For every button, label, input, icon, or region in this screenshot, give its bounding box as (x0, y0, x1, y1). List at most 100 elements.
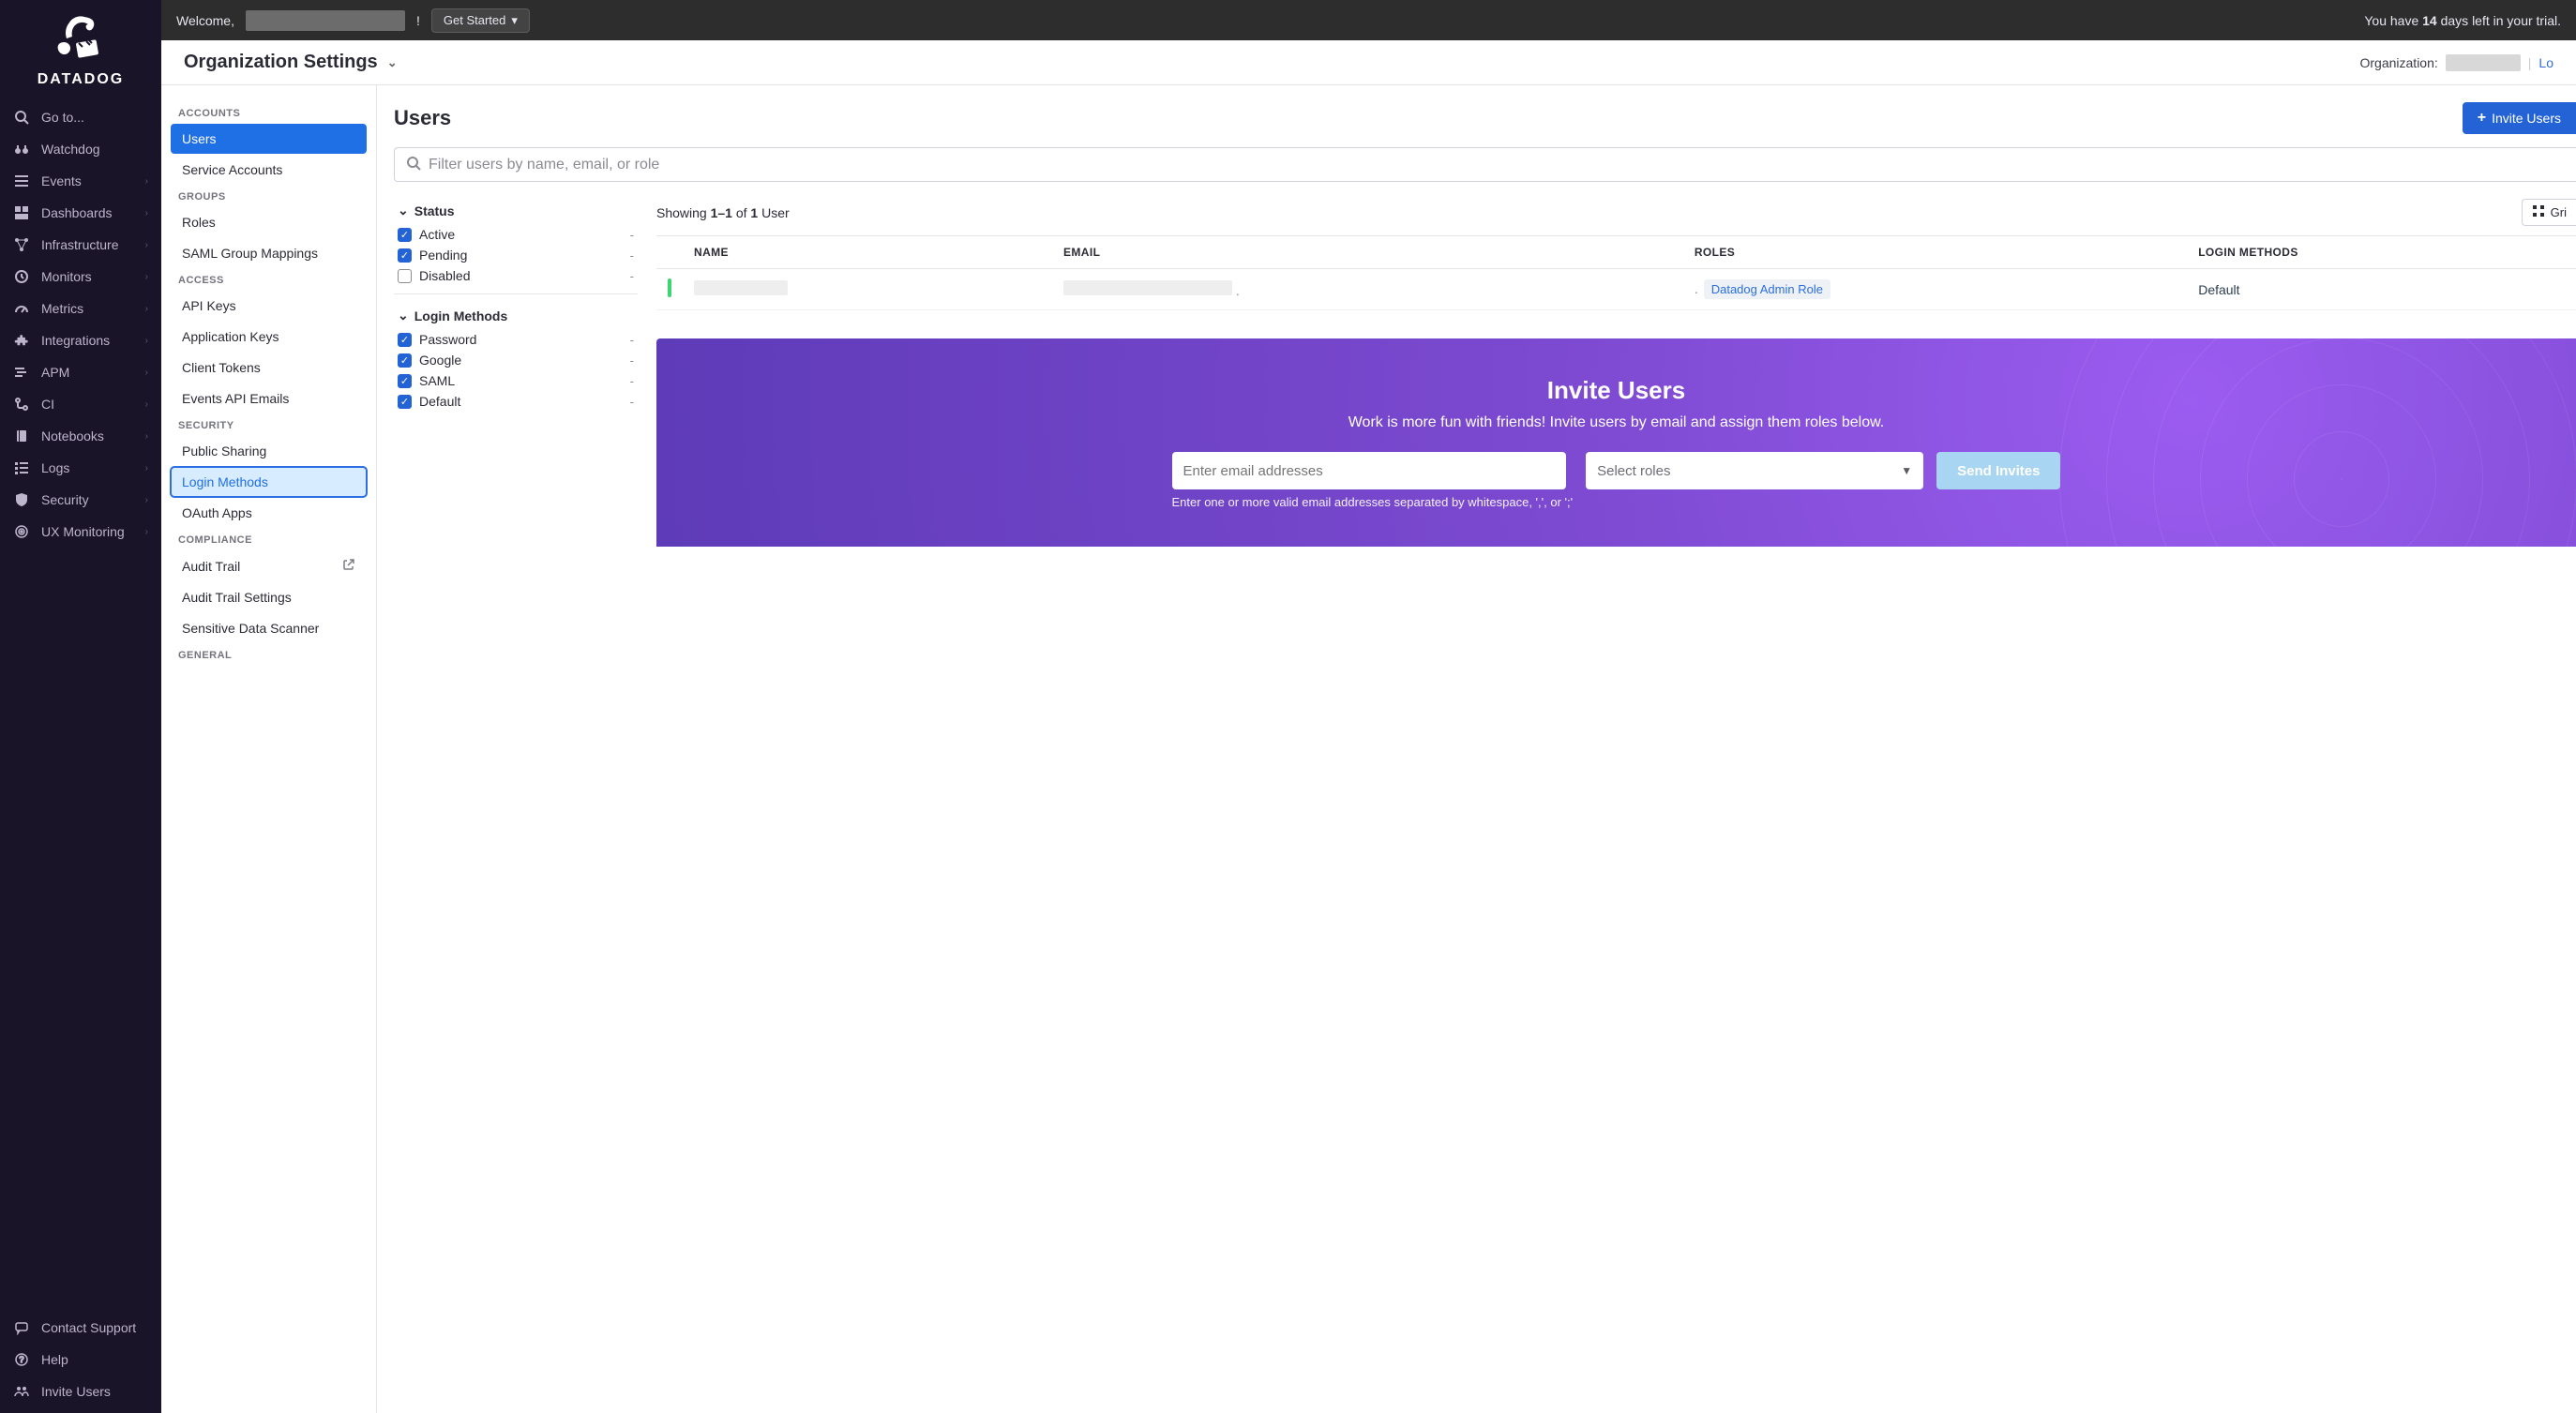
send-invites-button[interactable]: Send Invites (1936, 452, 2060, 489)
sidebar-item-service-accounts[interactable]: Service Accounts (171, 155, 367, 185)
nav-events[interactable]: Events › (0, 165, 161, 197)
sidebar-item-public-sharing[interactable]: Public Sharing (171, 436, 367, 466)
filter-lm-default[interactable]: ✓ Default - (398, 391, 634, 412)
section-security: SECURITY (171, 414, 367, 435)
chevron-right-icon: › (145, 208, 148, 218)
plus-icon: + (2478, 110, 2486, 127)
search-icon (406, 156, 421, 173)
users-table: NAME EMAIL ROLES LOGIN METHODS (656, 235, 2576, 310)
showing-text: Showing 1–1 of 1 User (656, 205, 790, 220)
table-row[interactable]: . .Datadog Admin Role Default (656, 269, 2576, 310)
sidebar-item-application-keys[interactable]: Application Keys (171, 322, 367, 352)
sidebar-item-saml-group-mappings[interactable]: SAML Group Mappings (171, 238, 367, 268)
users-heading: Users (394, 106, 451, 130)
nav-ci[interactable]: CI › (0, 388, 161, 420)
nav-contact-support[interactable]: Contact Support (0, 1312, 161, 1344)
filter-status-active[interactable]: ✓ Active - (398, 224, 634, 245)
people-icon (13, 1383, 30, 1400)
trial-text: You have 14 days left in your trial. (2364, 13, 2561, 28)
invite-panel: Invite Users Work is more fun with frien… (656, 338, 2576, 547)
filter-login-methods-header[interactable]: ⌄ Login Methods (398, 304, 634, 329)
help-icon: ? (13, 1351, 30, 1368)
view-grid-button[interactable]: Gri (2522, 199, 2576, 226)
chevron-right-icon: › (145, 240, 148, 250)
gauge-icon (13, 300, 30, 317)
puzzle-icon (13, 332, 30, 349)
search-bar[interactable] (394, 147, 2576, 182)
pipeline-icon (13, 396, 30, 413)
checkbox-icon[interactable]: ✓ (398, 333, 412, 347)
checkbox-icon[interactable]: ✓ (398, 353, 412, 368)
shield-icon (13, 491, 30, 508)
nav-watchdog[interactable]: Watchdog (0, 133, 161, 165)
checkbox-icon[interactable] (398, 269, 412, 283)
filter-lm-saml[interactable]: ✓ SAML - (398, 370, 634, 391)
checkbox-icon[interactable]: ✓ (398, 248, 412, 263)
caret-down-icon: ▼ (1901, 464, 1912, 477)
email-redacted (1063, 280, 1232, 295)
sidebar-item-users[interactable]: Users (171, 124, 367, 154)
sidebar-item-login-methods[interactable]: Login Methods (171, 467, 367, 497)
chevron-right-icon: › (145, 336, 148, 346)
nav-integrations[interactable]: Integrations › (0, 324, 161, 356)
col-name[interactable]: NAME (683, 236, 1052, 269)
col-email[interactable]: EMAIL (1052, 236, 1683, 269)
nav-security[interactable]: Security › (0, 484, 161, 516)
sidebar-item-audit-trail[interactable]: Audit Trail (171, 550, 367, 581)
filter-status-pending[interactable]: ✓ Pending - (398, 245, 634, 265)
main-pane: Users + Invite Users (377, 85, 2576, 1413)
nav-goto[interactable]: Go to... (0, 101, 161, 133)
nav-infrastructure[interactable]: Infrastructure › (0, 229, 161, 261)
caret-down-icon: ▾ (511, 13, 518, 28)
nav-logs[interactable]: Logs › (0, 452, 161, 484)
role-pill[interactable]: Datadog Admin Role (1704, 279, 1830, 299)
sidebar-item-audit-trail-settings[interactable]: Audit Trail Settings (171, 582, 367, 612)
invite-email-input[interactable] (1172, 452, 1566, 489)
nav-ux-monitoring[interactable]: UX Monitoring › (0, 516, 161, 548)
login-method-value: Default (2198, 282, 2239, 297)
org-link[interactable]: Lo (2538, 55, 2553, 70)
filter-lm-google[interactable]: ✓ Google - (398, 350, 634, 370)
checkbox-icon[interactable]: ✓ (398, 395, 412, 409)
nav-help[interactable]: ? Help (0, 1344, 161, 1375)
search-icon (13, 109, 30, 126)
name-redacted (694, 280, 788, 295)
sidebar-item-api-keys[interactable]: API Keys (171, 291, 367, 321)
invite-hint: Enter one or more valid email addresses … (1172, 495, 1574, 509)
sidebar-item-events-api-emails[interactable]: Events API Emails (171, 383, 367, 413)
chevron-down-icon: ⌄ (398, 203, 409, 218)
page-title-dropdown[interactable]: Organization Settings ⌄ (184, 52, 398, 73)
trace-icon (13, 364, 30, 381)
nav-apm[interactable]: APM › (0, 356, 161, 388)
col-login-methods[interactable]: LOGIN METHODS (2187, 236, 2576, 269)
filter-users-input[interactable] (429, 157, 2565, 173)
section-compliance: COMPLIANCE (171, 529, 367, 549)
section-access: ACCESS (171, 269, 367, 290)
binoculars-icon (13, 141, 30, 158)
checkbox-icon[interactable]: ✓ (398, 228, 412, 242)
filter-status-header[interactable]: ⌄ Status (398, 199, 634, 224)
checkbox-icon[interactable]: ✓ (398, 374, 412, 388)
get-started-button[interactable]: Get Started ▾ (431, 8, 530, 33)
select-roles-dropdown[interactable]: Select roles ▼ (1586, 452, 1923, 489)
nav-monitors[interactable]: Monitors › (0, 261, 161, 293)
filter-lm-password[interactable]: ✓ Password - (398, 329, 634, 350)
alert-icon (13, 268, 30, 285)
invite-users-button[interactable]: + Invite Users (2463, 102, 2576, 134)
nav-metrics[interactable]: Metrics › (0, 293, 161, 324)
col-roles[interactable]: ROLES (1683, 236, 2187, 269)
brand-name: DATADOG (0, 71, 161, 88)
sidebar-item-oauth-apps[interactable]: OAuth Apps (171, 498, 367, 528)
nav-invite-users[interactable]: Invite Users (0, 1375, 161, 1407)
nav-notebooks[interactable]: Notebooks › (0, 420, 161, 452)
sidebar-item-roles[interactable]: Roles (171, 207, 367, 237)
nav-dashboards[interactable]: Dashboards › (0, 197, 161, 229)
chevron-down-icon: ⌄ (387, 55, 398, 70)
sidebar-item-sensitive-data-scanner[interactable]: Sensitive Data Scanner (171, 613, 367, 643)
product-nav: DATADOG Go to... Watchdog Events › (0, 0, 161, 1413)
sidebar-item-client-tokens[interactable]: Client Tokens (171, 353, 367, 383)
filter-status-disabled[interactable]: Disabled - (398, 265, 634, 286)
chat-icon (13, 1319, 30, 1336)
chevron-right-icon: › (145, 431, 148, 442)
nodes-icon (13, 236, 30, 253)
